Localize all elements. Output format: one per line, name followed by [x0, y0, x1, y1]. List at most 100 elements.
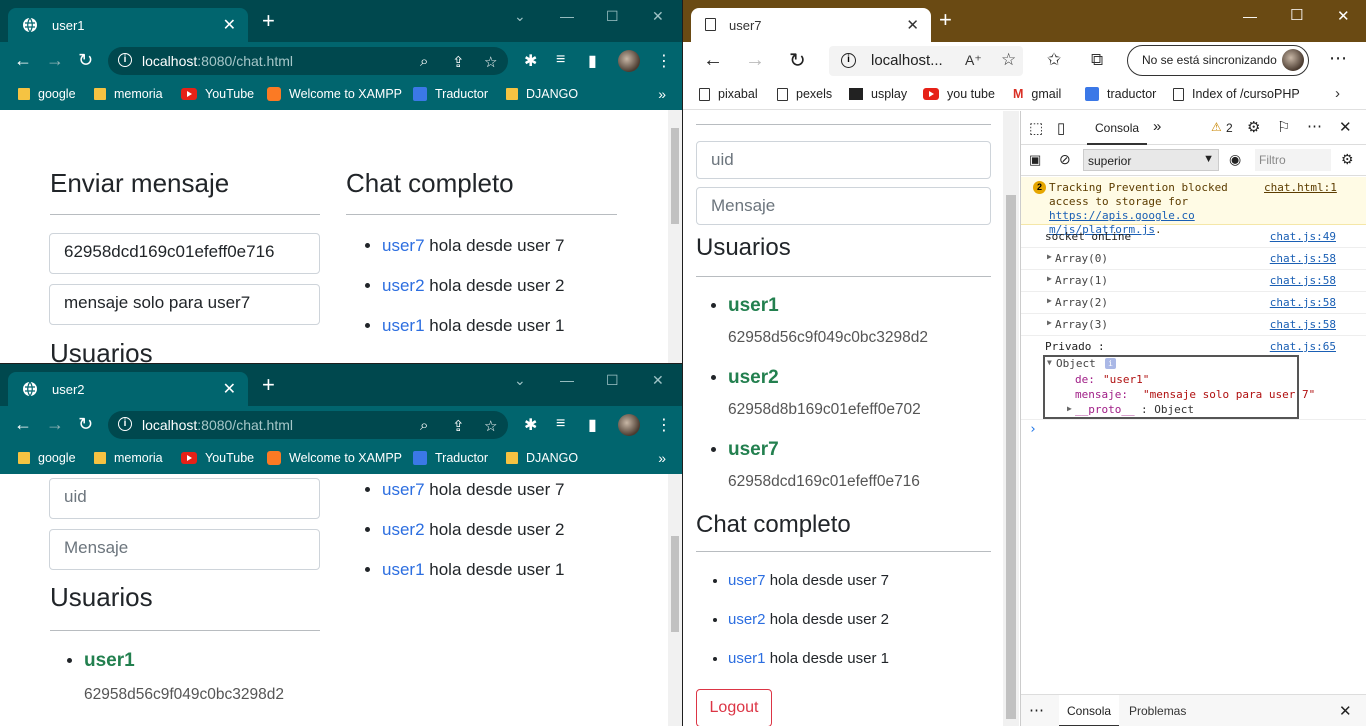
reload-icon[interactable]: ↻: [789, 48, 806, 73]
expand-arrow-icon[interactable]: ▶: [1047, 296, 1052, 305]
drawer-tab-console[interactable]: Consola: [1059, 695, 1120, 726]
uid-input[interactable]: uid: [49, 478, 320, 519]
message-input[interactable]: Mensaje: [49, 529, 320, 570]
uid-input[interactable]: 62958dcd169c01efeff0e716: [49, 233, 320, 274]
bookmark-xampp[interactable]: Welcome to XAMPP: [267, 451, 402, 465]
chat-user-link[interactable]: user2: [728, 611, 766, 628]
log-source-link[interactable]: chat.js:58: [1270, 252, 1336, 265]
profile-avatar[interactable]: [618, 414, 640, 436]
object-inspector[interactable]: ▼ Object i de: "user1" mensaje: "mensaje…: [1043, 355, 1315, 419]
close-drawer-icon[interactable]: ✕: [1339, 702, 1352, 720]
warning-source-link[interactable]: chat.html:1: [1264, 181, 1337, 194]
new-tab-button[interactable]: +: [262, 374, 275, 396]
uid-input[interactable]: uid: [696, 141, 991, 179]
chat-user-link[interactable]: user2: [382, 276, 425, 295]
chat-user-link[interactable]: user1: [382, 316, 425, 335]
close-devtools-icon[interactable]: ✕: [1339, 118, 1352, 136]
clear-console-icon[interactable]: ⊘: [1059, 151, 1071, 168]
tab-user2[interactable]: user2 ✕: [8, 372, 248, 406]
close-window-button[interactable]: ✕: [652, 372, 664, 389]
expand-arrow-icon[interactable]: ▶: [1047, 252, 1052, 261]
bookmark-traductor[interactable]: Traductor: [413, 451, 488, 465]
device-icon[interactable]: ▯: [1057, 119, 1065, 137]
share-icon[interactable]: ⇪: [452, 417, 465, 435]
info-icon[interactable]: i: [118, 417, 132, 431]
tab-console[interactable]: Consola: [1087, 111, 1148, 145]
zoom-icon[interactable]: ⌕: [420, 417, 428, 434]
expand-arrow-icon[interactable]: ▶: [1047, 318, 1052, 327]
console-log-row[interactable]: ▶ Array(3) chat.js:58: [1021, 314, 1366, 336]
bookmark-gmail[interactable]: Mgmail: [1013, 87, 1061, 101]
sync-profile-button[interactable]: No se está sincronizando: [1127, 45, 1309, 76]
close-tab-icon[interactable]: ✕: [906, 16, 919, 34]
chat-user-link[interactable]: user7: [382, 236, 425, 255]
chat-user-link[interactable]: user7: [728, 572, 766, 589]
extensions-icon[interactable]: ✱: [524, 415, 537, 435]
minimize-button[interactable]: —: [560, 8, 574, 24]
tab-search-icon[interactable]: ⌄: [514, 372, 526, 389]
more-bookmarks-icon[interactable]: »: [658, 450, 666, 466]
back-icon[interactable]: ←: [14, 51, 32, 69]
star-icon[interactable]: ☆: [484, 417, 497, 435]
console-prompt[interactable]: ›: [1021, 420, 1366, 442]
forward-icon[interactable]: →: [745, 49, 765, 72]
scrollbar-thumb[interactable]: [671, 128, 679, 224]
read-aloud-icon[interactable]: A⁺: [965, 52, 982, 69]
filter-input[interactable]: Filtro: [1255, 149, 1331, 171]
scrollbar-thumb[interactable]: [671, 536, 679, 632]
chat-user-link[interactable]: user1: [728, 650, 766, 667]
media-icon[interactable]: ≡: [556, 51, 565, 69]
more-options-icon[interactable]: ⋯: [1307, 117, 1322, 135]
log-source-link[interactable]: chat.js:58: [1270, 318, 1336, 331]
bookmark-usplay[interactable]: usplay: [849, 87, 907, 101]
expand-arrow-icon[interactable]: ▶: [1047, 274, 1052, 283]
back-icon[interactable]: ←: [703, 49, 723, 72]
bookmark-memoria[interactable]: memoria: [94, 87, 163, 101]
share-icon[interactable]: ⇪: [452, 53, 465, 71]
address-bar[interactable]: i localhost:8080/chat.html ⌕ ⇪ ☆: [108, 411, 508, 439]
drawer-tab-problems[interactable]: Problemas: [1129, 704, 1186, 718]
bookmark-pexels[interactable]: pexels: [777, 87, 832, 101]
zoom-icon[interactable]: ⌕: [420, 53, 428, 70]
bookmark-youtube[interactable]: YouTube: [181, 87, 254, 101]
maximize-button[interactable]: ☐: [1290, 6, 1303, 24]
chat-user-link[interactable]: user2: [382, 520, 425, 539]
new-tab-button[interactable]: +: [939, 9, 952, 31]
collapse-arrow-icon[interactable]: ▼: [1047, 358, 1052, 367]
eye-icon[interactable]: ◉: [1229, 151, 1241, 168]
sidebar-toggle-icon[interactable]: ▣: [1029, 152, 1041, 168]
minimize-button[interactable]: —: [560, 372, 574, 388]
log-source-link[interactable]: chat.js:65: [1270, 340, 1336, 353]
maximize-button[interactable]: ☐: [606, 8, 619, 25]
chat-user-link[interactable]: user7: [382, 480, 425, 499]
bookmark-google[interactable]: google: [18, 451, 76, 465]
feedback-icon[interactable]: ⚐: [1277, 118, 1290, 136]
bookmark-xampp[interactable]: Welcome to XAMPP: [267, 87, 402, 101]
media-icon[interactable]: ≡: [556, 415, 565, 433]
menu-icon[interactable]: ⋮: [656, 415, 672, 435]
bookmark-traductor[interactable]: traductor: [1085, 87, 1156, 101]
close-window-button[interactable]: ✕: [1337, 7, 1350, 25]
menu-icon[interactable]: ⋮: [656, 51, 672, 71]
favorites-icon[interactable]: ✩: [1047, 50, 1061, 70]
new-tab-button[interactable]: +: [262, 10, 275, 32]
settings-icon[interactable]: ⚙: [1247, 118, 1260, 136]
minimize-button[interactable]: —: [1243, 8, 1257, 24]
warning-icon[interactable]: ⚠: [1211, 120, 1222, 134]
console-log-row[interactable]: ▶ Array(1) chat.js:58: [1021, 270, 1366, 292]
reload-icon[interactable]: ↻: [78, 51, 93, 69]
forward-icon[interactable]: →: [46, 51, 64, 69]
address-bar[interactable]: i localhost...: [829, 46, 1023, 76]
minimize-icon[interactable]: ⌄: [514, 8, 526, 25]
log-source-link[interactable]: chat.js:58: [1270, 296, 1336, 309]
back-icon[interactable]: ←: [14, 415, 32, 433]
bookmark-cursophp[interactable]: Index of /cursoPHP: [1173, 87, 1300, 101]
scrollbar[interactable]: [1003, 111, 1019, 726]
sidepanel-icon[interactable]: ▮: [588, 415, 597, 435]
console-log-row[interactable]: ▶ Array(0) chat.js:58: [1021, 248, 1366, 270]
bookmark-django[interactable]: DJANGO: [506, 87, 578, 101]
collections-icon[interactable]: ⧉: [1091, 50, 1103, 70]
scrollbar-thumb[interactable]: [1006, 195, 1016, 719]
bookmark-django[interactable]: DJANGO: [506, 451, 578, 465]
address-bar[interactable]: i localhost:8080/chat.html ⌕ ⇪ ☆: [108, 47, 508, 75]
